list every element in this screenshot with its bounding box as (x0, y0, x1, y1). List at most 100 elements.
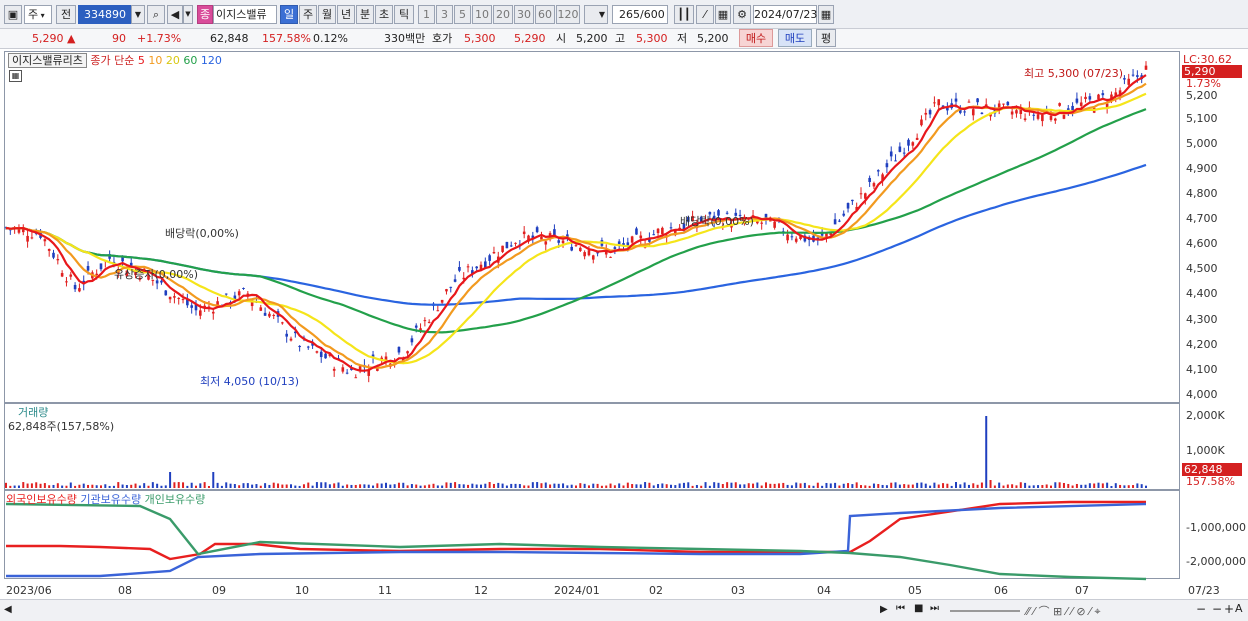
volume-bar (26, 483, 29, 488)
volume-bar (454, 482, 457, 488)
date-input[interactable]: 2024/07/23 (753, 5, 817, 24)
candle-body (30, 237, 34, 239)
candle-body (1088, 96, 1092, 100)
volume-bar (48, 485, 51, 488)
period-tick[interactable]: 틱 (394, 5, 414, 24)
sell-button[interactable]: 매도 (778, 29, 812, 47)
drawing-tools-icon[interactable]: ⁄⁄ ⁄ ⌒ ⊞ ⁄ ⁄ ⊘ ⁄ ⌖ (1026, 603, 1101, 619)
minute-1[interactable]: 1 (418, 5, 435, 24)
volume-bar (540, 483, 543, 488)
eval-button[interactable]: 평 (816, 29, 836, 47)
candle-body (1049, 115, 1053, 120)
volume-bar (346, 484, 349, 488)
chart-type-icon[interactable]: ┃┃ (674, 5, 694, 24)
zoom-in-icon[interactable]: + (1224, 602, 1234, 616)
x-label-09: 09 (212, 584, 226, 597)
volume-bar (190, 482, 193, 488)
minute-3[interactable]: 3 (436, 5, 453, 24)
last-icon[interactable]: ⏭ (930, 603, 939, 614)
volume-bar (894, 482, 897, 488)
speaker-icon[interactable]: ◀ (167, 5, 183, 24)
volume-bar (518, 484, 521, 488)
candle-body (95, 273, 98, 276)
volume-bar (877, 484, 880, 488)
volume-bar (462, 484, 465, 488)
settings-icon[interactable]: ⚙ (733, 5, 751, 24)
candle-body (268, 313, 271, 317)
volume-bar (268, 484, 271, 488)
volume-bar (1127, 485, 1130, 488)
volume-bar (851, 484, 854, 488)
volume-bar (765, 482, 767, 488)
volume-bar (61, 485, 64, 488)
period-minute[interactable]: 분 (356, 5, 374, 24)
speaker-dropdown-icon[interactable]: ▼ (183, 5, 193, 24)
candle-body (164, 290, 168, 296)
ma-5-label: 5 (137, 54, 145, 67)
prev-button[interactable]: 전 (56, 5, 76, 24)
volume-bar (898, 484, 901, 488)
scroll-left-icon[interactable]: ◀ (4, 604, 12, 615)
chart-area: 이지스밸류리츠 종가 단순 5 10 20 60 120 ▦ LC:30.62 … (0, 49, 1248, 621)
grid-icon[interactable]: ▦ (715, 5, 731, 24)
volume-bar (177, 482, 180, 488)
candle-body (920, 119, 923, 126)
candle-body (591, 255, 595, 260)
minute-10[interactable]: 10 (472, 5, 492, 24)
type-select[interactable]: 주 ▾ (24, 5, 52, 24)
y-tick-4900: 4,900 (1186, 162, 1218, 175)
period-day[interactable]: 일 (280, 5, 298, 24)
candle-body (937, 99, 941, 106)
volume-bar (713, 482, 716, 488)
volume-bar (5, 482, 7, 488)
volume-bar (195, 485, 197, 488)
calendar-icon[interactable]: ▦ (818, 5, 834, 24)
zoom-slider[interactable] (950, 610, 1020, 612)
candle-body (427, 321, 431, 323)
font-icon[interactable]: A (1235, 602, 1243, 615)
sheet-icon[interactable]: 종 (197, 5, 213, 24)
volume-bar (151, 482, 154, 488)
minute-20[interactable]: 20 (493, 5, 513, 24)
search-icon[interactable]: ⌕ (147, 5, 165, 24)
volume-bar (1067, 483, 1070, 488)
count-input[interactable]: 265/600 (612, 5, 668, 24)
first-icon[interactable]: ⏮ (896, 603, 905, 614)
stock-code-input[interactable]: 334890 (78, 5, 132, 24)
candle-body (52, 252, 55, 258)
zoom-reset-icon[interactable]: − (1212, 602, 1222, 616)
ma-10-label: 10 (148, 54, 163, 67)
chart-svg (4, 61, 1148, 581)
minute-60[interactable]: 60 (535, 5, 555, 24)
candle-body (43, 239, 47, 242)
volume-bar (397, 482, 400, 488)
candle-body (842, 213, 846, 216)
volume-bar (1093, 483, 1096, 488)
period-month[interactable]: 월 (318, 5, 336, 24)
period-week[interactable]: 주 (299, 5, 317, 24)
volume-bar (855, 482, 858, 488)
candle-body (1062, 114, 1066, 119)
candle-body (1023, 118, 1027, 120)
period-year[interactable]: 년 (337, 5, 355, 24)
layout-icon[interactable]: ▣ (4, 5, 22, 24)
stop-icon[interactable]: ■ (914, 603, 923, 614)
table-icon[interactable]: ▦ (9, 70, 22, 82)
candle-body (967, 101, 971, 103)
drawing-icon[interactable]: ⁄ (696, 5, 714, 24)
minute-120[interactable]: 120 (556, 5, 580, 24)
volume-bar (976, 484, 979, 488)
volume-bar (523, 485, 526, 488)
volume-bar (967, 484, 970, 488)
minute-30[interactable]: 30 (514, 5, 534, 24)
candle-body (449, 286, 453, 288)
custom-period-select[interactable]: ▼ (584, 5, 608, 24)
volume-bar (302, 484, 305, 488)
volume-bar (868, 485, 871, 488)
zoom-out-icon[interactable]: − (1196, 602, 1206, 616)
scroll-right-icon[interactable]: ▶ (880, 604, 888, 615)
minute-5[interactable]: 5 (454, 5, 471, 24)
dropdown-icon[interactable]: ▼ (131, 5, 145, 24)
buy-button[interactable]: 매수 (739, 29, 773, 47)
period-second[interactable]: 초 (375, 5, 393, 24)
